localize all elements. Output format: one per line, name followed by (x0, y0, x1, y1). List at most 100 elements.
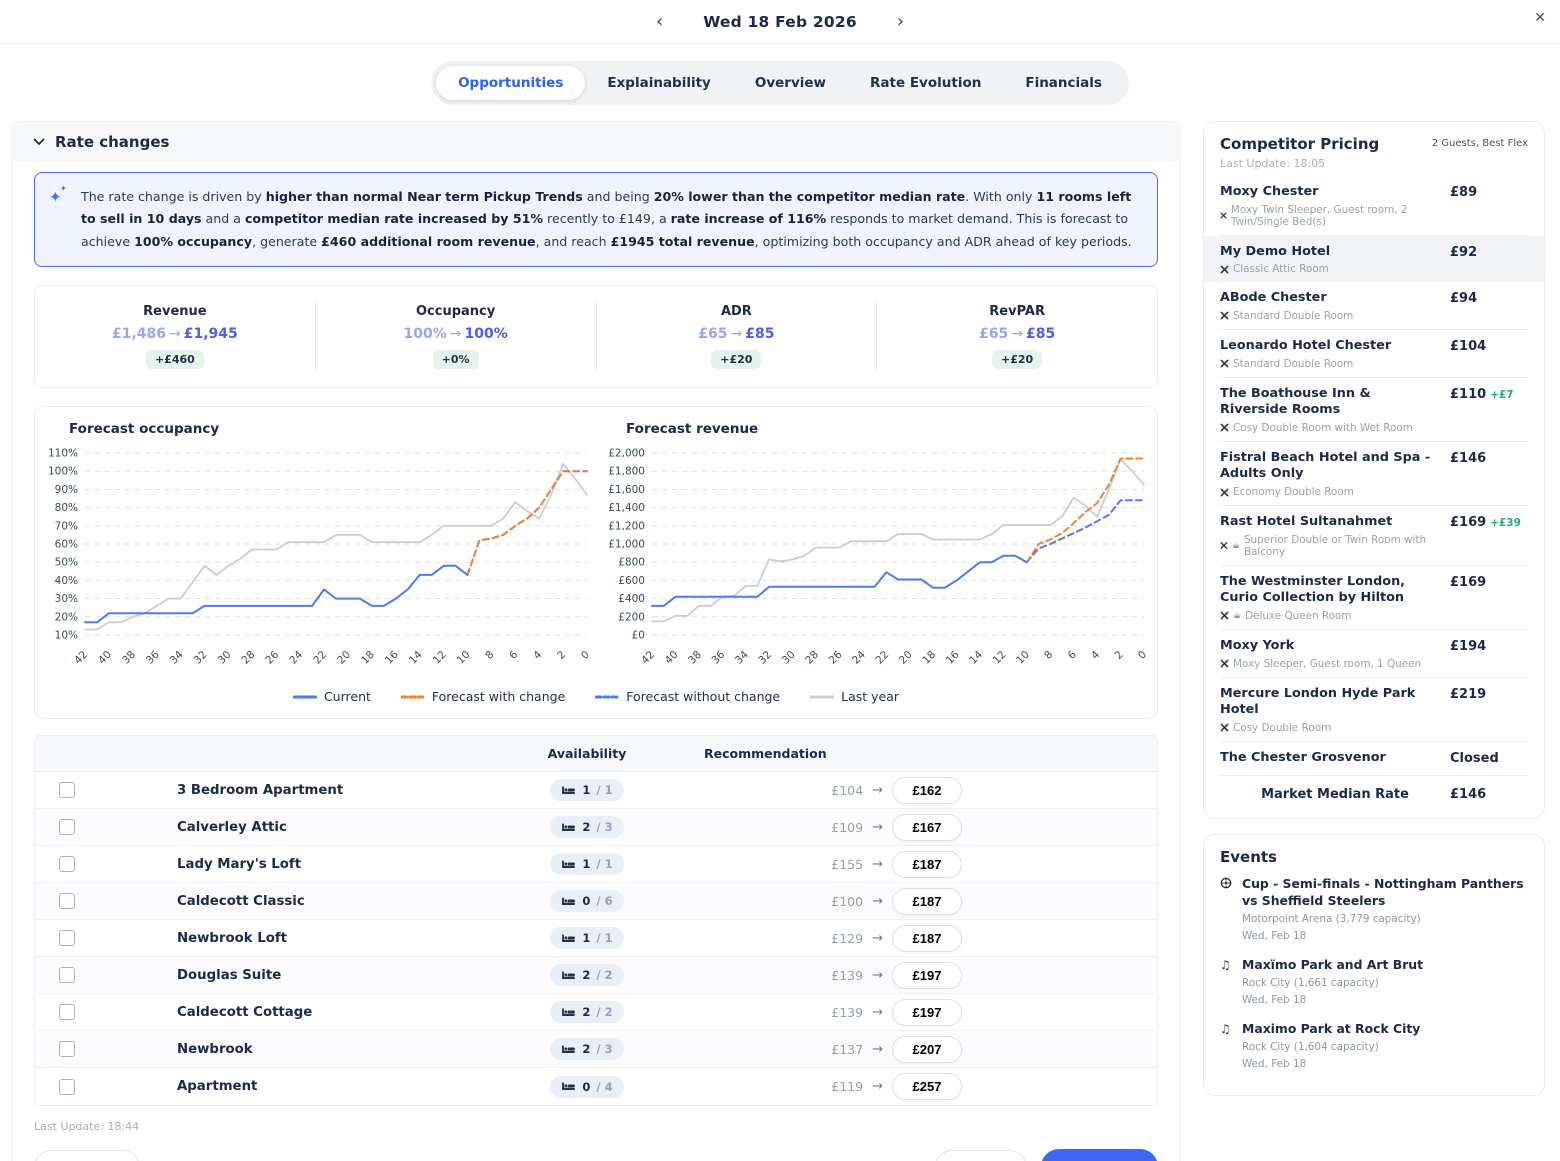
prev-day-button[interactable]: ‹ (652, 13, 667, 31)
top-bar: ‹ Wed 18 Feb 2026 › ✕ (0, 0, 1560, 44)
availability-pill: 2/ 3 (550, 816, 623, 838)
rooms-capacity: / 4 (596, 1080, 612, 1094)
chart-title: Forecast occupancy (69, 421, 596, 437)
collapse-chevron-down-icon[interactable] (33, 138, 45, 146)
row-checkbox[interactable] (59, 819, 75, 835)
kpi-delta-wrap: +£20 (877, 342, 1157, 369)
bed-icon (561, 1044, 576, 1055)
competitor-room: Standard Double Room (1220, 358, 1442, 370)
recommended-price-button[interactable]: £167 (892, 814, 962, 841)
row-checkbox[interactable] (59, 1004, 75, 1020)
recommendation-cell: £119→£257 (672, 1068, 1157, 1105)
competitor-info: ABode ChesterStandard Double Room (1220, 290, 1442, 322)
arrow-right-icon: → (447, 326, 465, 342)
arrow-right-icon: → (872, 931, 883, 946)
svg-text:100%: 100% (48, 466, 78, 478)
row-checkbox[interactable] (59, 782, 75, 798)
rooms-booked: 2 (582, 820, 590, 834)
recommended-price-button[interactable]: £197 (892, 962, 962, 989)
svg-text:£1,000: £1,000 (608, 539, 645, 551)
row-checkbox[interactable] (59, 930, 75, 946)
availability-pill: 2/ 2 (550, 964, 623, 986)
availability-cell: 0/ 6 (502, 883, 672, 919)
row-checkbox-cell (35, 883, 99, 919)
legend-item-forecast_without_change: Forecast without change (595, 689, 780, 704)
recommended-price-button[interactable]: £187 (892, 888, 962, 915)
current-price: £104 (831, 783, 863, 798)
availability-column-header: Availability (502, 746, 672, 761)
accept-all-button[interactable]: ✓ Accept all (1041, 1149, 1158, 1161)
svg-text:4: 4 (1089, 649, 1102, 662)
rooms-booked: 0 (582, 894, 590, 908)
competitor-name: Rast Hotel Sultanahmet (1220, 514, 1442, 531)
recommended-price-button[interactable]: £187 (892, 925, 962, 952)
legend-item-last_year: Last year (810, 689, 899, 704)
competitor-info: Mercure London Hyde Park HotelCosy Doubl… (1220, 686, 1442, 734)
kpi-values: £65→£85 (597, 326, 877, 342)
svg-text:40%: 40% (55, 575, 78, 587)
legend-label: Forecast without change (626, 689, 780, 704)
tab-opportunities[interactable]: Opportunities (436, 66, 585, 100)
lock-all-button[interactable]: Lock All (34, 1150, 140, 1161)
sparkles-icon: ✦✦ (49, 188, 69, 255)
room-name-cell: Calverley Attic (99, 809, 502, 845)
competitor-room: Cosy Double Room (1220, 722, 1442, 734)
competitor-info: Rast Hotel Sultanahmet ☕Superior Double o… (1220, 514, 1442, 558)
recommended-price-button[interactable]: £257 (892, 1073, 962, 1100)
row-checkbox[interactable] (59, 1041, 75, 1057)
svg-text:18: 18 (920, 649, 938, 667)
kpi-label: ADR (597, 304, 877, 319)
reset-all-button[interactable]: Reset all (935, 1150, 1026, 1161)
recommended-price-button[interactable]: £197 (892, 999, 962, 1026)
svg-text:36: 36 (709, 649, 727, 667)
arrow-right-icon: → (872, 894, 883, 909)
legend-label: Current (324, 689, 371, 704)
competitor-room: Moxy Sleeper, Guest room, 1 Queen (1220, 658, 1442, 670)
availability-pill: 1/ 1 (550, 927, 623, 949)
row-checkbox[interactable] (59, 1079, 75, 1095)
rooms-booked: 0 (582, 1080, 590, 1094)
svg-text:26: 26 (263, 649, 281, 667)
room-name: Lady Mary's Loft (177, 857, 301, 872)
room-name: Newbrook (177, 1042, 253, 1057)
table-header: Availability Recommendation (35, 736, 1157, 772)
row-checkbox[interactable] (59, 893, 75, 909)
tab-explainability[interactable]: Explainability (585, 66, 732, 100)
close-icon[interactable]: ✕ (1534, 10, 1546, 26)
recommended-price-button[interactable]: £207 (892, 1036, 962, 1063)
competitor-room-label: Moxy Sleeper, Guest room, 1 Queen (1233, 658, 1421, 670)
competitor-room: ☕Superior Double or Twin Room with Balco… (1220, 534, 1442, 558)
competitor-price: £146 (1450, 450, 1528, 498)
rooms-booked: 2 (582, 1005, 590, 1019)
rooms-booked: 2 (582, 968, 590, 982)
row-checkbox[interactable] (59, 856, 75, 872)
svg-text:40: 40 (663, 649, 681, 667)
tab-rate-evolution[interactable]: Rate Evolution (848, 66, 1003, 100)
competitor-price: £219 (1450, 686, 1528, 734)
current-price: £129 (831, 931, 863, 946)
competitor-room: Standard Double Room (1220, 310, 1442, 322)
svg-text:£2,000: £2,000 (608, 448, 645, 460)
kpi-label: RevPAR (877, 304, 1157, 319)
recommended-price-button[interactable]: £187 (892, 851, 962, 878)
room-name: Douglas Suite (177, 968, 281, 983)
room-name-cell: Douglas Suite (99, 957, 502, 993)
rooms-booked: 2 (582, 1042, 590, 1056)
meal-plan-icon (1220, 723, 1229, 732)
rate-changes-panel: Rate changes ✦✦ The rate change is drive… (12, 121, 1180, 1161)
kpi-from-value: £65 (979, 326, 1008, 342)
recommendation-group: £139→£197 (672, 999, 962, 1026)
svg-text:90%: 90% (55, 484, 78, 496)
kpi-from-value: £65 (698, 326, 727, 342)
next-day-button[interactable]: › (893, 13, 908, 31)
kpi-delta-badge: +£460 (146, 350, 204, 369)
tab-overview[interactable]: Overview (733, 66, 848, 100)
recommended-price-button[interactable]: £162 (892, 777, 962, 804)
tab-financials[interactable]: Financials (1003, 66, 1124, 100)
svg-text:8: 8 (483, 649, 496, 662)
kpi-delta-badge: +0% (433, 350, 479, 369)
svg-text:8: 8 (1042, 649, 1055, 662)
room-name: Apartment (177, 1079, 257, 1094)
kpi-to-value: £85 (1026, 326, 1055, 342)
row-checkbox[interactable] (59, 967, 75, 983)
